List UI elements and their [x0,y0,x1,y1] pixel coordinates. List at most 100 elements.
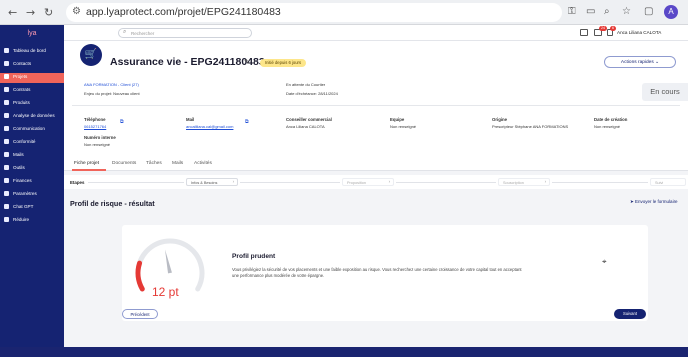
phone-label: Téléphone [84,117,106,122]
communication-icon [4,126,9,131]
contacts-icon [4,61,9,66]
previous-button[interactable]: Précédent [122,309,158,319]
tab-taches[interactable]: Tâches [146,161,162,166]
status-pill: En cours [642,83,688,101]
step-connector [552,182,648,183]
advisor-value: Anca Liliana CALOTA [286,124,325,129]
waiting-status: En attente du Courtier [286,82,326,87]
compliance-icon [4,139,9,144]
tab-mails[interactable]: Mails [172,161,183,166]
user-menu[interactable]: Anca Liliana CALOTA [617,30,661,35]
internal-number-value: Non renseigné [84,142,111,147]
search-icon: ⌕ [123,29,127,35]
team-value: Non renseigné [390,124,417,129]
contracts-icon [4,87,9,92]
chevron-right-icon: › [544,179,546,184]
due-date: Date d'échéance: 28/11/2024 [286,91,338,96]
sidebar-item-finances[interactable]: Finances [0,177,64,187]
step-suivi[interactable]: Suivi [650,178,686,186]
mail-value[interactable]: ancaliliana.cal@gmail.com [186,124,233,129]
sidebar-item-communication[interactable]: Communication [0,125,64,135]
sidebar-item-mails[interactable]: Mails [0,151,64,161]
internal-number-label: Numéro interne [84,135,116,140]
sidebar-item-chat-gpt[interactable]: Chat GPT [0,203,64,213]
bookmark-star-icon[interactable]: ☆ [622,6,631,17]
next-button[interactable]: Suivant [614,309,646,319]
phone-value[interactable]: 0615271764 [84,124,106,129]
section-title: Profil de risque - résultat [70,199,155,208]
copy-icon[interactable]: ⧉ [245,119,249,125]
sidebar-item-reduire[interactable]: Réduire [0,216,64,226]
gauge-track [135,238,205,292]
creation-date-label: Date de création [594,117,628,122]
notifications-badge: 6 [610,26,616,31]
sidebar-item-contrats[interactable]: Contrats [0,86,64,96]
tab-activites[interactable]: Activités [194,161,212,166]
client-link[interactable]: ANA FORMATION - Client (27) [84,82,139,87]
tab-documents[interactable]: Documents [112,161,136,166]
mail-icon[interactable] [580,29,588,36]
projects-icon [4,74,9,79]
edit-icon[interactable]: ✎ [244,58,250,66]
chevron-right-icon: › [232,179,234,184]
cast-icon[interactable]: ▭ [586,6,595,17]
profile-description: Vous privilégiez la sécurité de vos plac… [232,267,522,278]
url-text: app.lyaprotect.com/projet/EPG241180483 [86,6,281,18]
sidebar-item-contacts[interactable]: Contacts [0,60,64,70]
step-proposition[interactable]: Proposition › [342,178,394,186]
step-connector [88,182,184,183]
steps-bar: Etapes Infos & Besoins › Proposition › Sou… [64,175,688,189]
sidebar-item-tableau-de-bord[interactable]: Tableau de bord [0,47,64,57]
zoom-icon[interactable]: ⌕ [604,6,610,17]
sidebar-item-projets[interactable]: Projets [0,73,64,83]
sidebar: lya Tableau de bord Contacts Projets Con… [0,25,64,357]
browser-profile-avatar[interactable]: A [664,5,678,19]
back-icon[interactable]: ← [8,6,17,19]
sidebar-item-analyse[interactable]: Analyse de données [0,112,64,122]
mail-icon [4,152,9,157]
extensions-icon[interactable]: ▢ [644,6,653,17]
project-tabs: Fiche projet Documents Tâches Mails Acti… [64,157,688,171]
collapse-icon [4,217,9,222]
reload-icon[interactable]: ↻ [44,6,53,19]
step-souscription[interactable]: Souscription › [498,178,550,186]
send-form-link[interactable]: ➤ Envoyer le formulaire [630,199,678,205]
browser-chrome: ← → ↻ ⚙ app.lyaprotect.com/projet/EPG241… [0,0,688,25]
team-label: Equipe [390,117,405,122]
step-connector [240,182,340,183]
gauge-fill [135,260,145,292]
dashboard-icon [4,48,9,53]
main-content: 🛒 Assurance vie - EPG241180483 ✎ Initié … [64,41,688,357]
chevron-right-icon: › [388,179,390,184]
tasks-badge: 24 [599,26,607,31]
mouse-cursor-icon: ⌖ [602,257,607,266]
app-topbar: ⌕ Rechercher 24 6 Anca Liliana CALOTA [64,25,688,41]
key-icon[interactable]: ⚿ [568,6,576,17]
advisor-label: Conseiller commercial [286,117,332,122]
chat-icon [4,204,9,209]
tools-icon [4,165,9,170]
mail-label: Mail [186,117,195,122]
copy-icon[interactable]: ⧉ [120,119,124,125]
gauge-needle [165,249,172,274]
origin-label: Origine [492,117,508,122]
quick-actions-button[interactable]: Actions rapides ⌄ [604,56,676,68]
sidebar-item-outils[interactable]: Outils [0,164,64,174]
step-infos-besoins[interactable]: Infos & Besoins › [186,178,238,186]
sidebar-item-produits[interactable]: Produits [0,99,64,109]
forward-icon[interactable]: → [26,6,35,19]
score-value: 12 pt [152,285,179,299]
address-bar[interactable]: ⚙ app.lyaprotect.com/projet/EPG241180483 [66,3,562,22]
divider [72,105,680,106]
tab-fiche-projet[interactable]: Fiche projet [74,161,99,166]
sidebar-item-conformite[interactable]: Conformité [0,138,64,148]
search-input[interactable]: ⌕ Rechercher [118,28,252,38]
products-icon [4,100,9,105]
steps-label: Etapes [70,180,85,185]
lya-logo[interactable]: lya [23,30,41,42]
origin-value: Prescripteur Stéphane ANA FORMATIONS [492,124,569,129]
settings-icon [4,191,9,196]
status-badge: Initié depuis 6 jours [260,59,306,67]
site-settings-icon[interactable]: ⚙ [72,6,81,17]
sidebar-item-parametres[interactable]: Paramètres [0,190,64,200]
